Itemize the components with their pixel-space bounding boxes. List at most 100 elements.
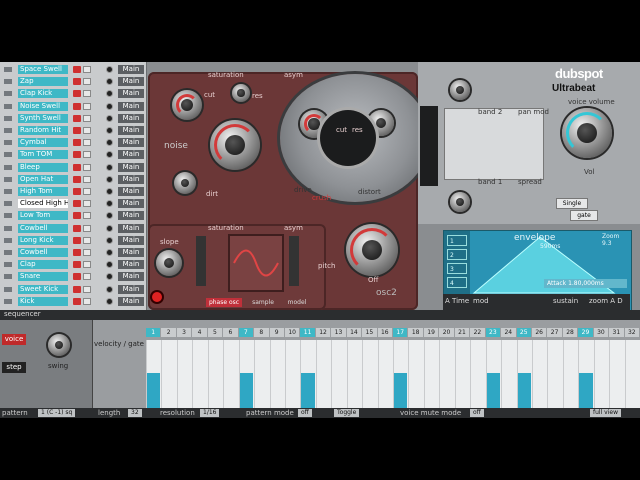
pattern-mode-value[interactable]: off <box>298 409 312 417</box>
pan-knob[interactable] <box>106 151 113 159</box>
step-cell[interactable] <box>562 340 579 408</box>
pattern-select[interactable]: 1 (C -1) sq <box>38 409 76 417</box>
step-cell[interactable] <box>269 340 285 408</box>
step-cell[interactable] <box>254 340 270 408</box>
mute-button[interactable] <box>73 236 81 244</box>
output-select[interactable]: Main <box>118 138 144 148</box>
solo-button[interactable] <box>83 66 91 73</box>
output-select[interactable]: Main <box>118 89 144 99</box>
length-value[interactable]: 32 <box>128 409 142 417</box>
step-cell[interactable] <box>423 340 440 408</box>
solo-button[interactable] <box>83 127 91 134</box>
output-select[interactable]: Main <box>118 162 144 172</box>
osc2-power-button[interactable] <box>152 292 162 302</box>
track-row[interactable]: Cowbell Main <box>0 247 146 258</box>
step-number[interactable]: 11 <box>300 328 315 337</box>
velocity-bar[interactable] <box>394 372 408 408</box>
pan-slider[interactable] <box>420 106 438 186</box>
output-select[interactable]: Main <box>118 260 144 270</box>
pan-knob[interactable] <box>106 236 113 244</box>
track-name[interactable]: Bleep <box>18 162 68 172</box>
step-number[interactable]: 4 <box>192 328 207 337</box>
step-number[interactable]: 21 <box>454 328 470 337</box>
pan-knob[interactable] <box>106 200 113 208</box>
output-select[interactable]: Main <box>118 101 144 111</box>
mute-button[interactable] <box>73 200 81 208</box>
velocity-bar[interactable] <box>239 372 254 408</box>
step-cell[interactable] <box>207 340 224 408</box>
pan-knob[interactable] <box>106 285 113 293</box>
step-number[interactable]: 14 <box>346 328 362 337</box>
pan-knob[interactable] <box>106 66 113 73</box>
track-row[interactable]: Low Tom Main <box>0 210 146 221</box>
step-cell[interactable] <box>346 340 363 408</box>
track-name[interactable]: Long Kick <box>18 235 68 245</box>
pan-knob[interactable] <box>106 139 113 147</box>
step-number[interactable]: 7 <box>238 328 254 337</box>
track-name[interactable]: Kick <box>18 296 68 306</box>
step-cell[interactable] <box>331 340 347 408</box>
track-name[interactable]: Tom TOM <box>18 150 68 160</box>
track-row[interactable]: Bleep Main <box>0 162 146 173</box>
step-cell[interactable] <box>547 340 563 408</box>
track-row[interactable]: Cymbal Main <box>0 137 146 148</box>
saturation-slider[interactable] <box>196 236 206 286</box>
pan-knob[interactable] <box>106 78 113 86</box>
velocity-bar[interactable] <box>301 372 315 408</box>
mute-button[interactable] <box>73 151 81 159</box>
solo-button[interactable] <box>83 151 91 159</box>
pan-knob[interactable] <box>106 188 113 195</box>
step-cell[interactable] <box>593 340 610 408</box>
output-select[interactable]: Main <box>118 296 144 306</box>
track-row[interactable]: Clap Main <box>0 259 146 270</box>
trigger-mode-select[interactable]: Single <box>556 198 588 209</box>
solo-button[interactable] <box>83 236 91 244</box>
mute-button[interactable] <box>73 188 81 195</box>
pan-knob[interactable] <box>106 212 113 220</box>
output-select[interactable]: Main <box>118 235 144 245</box>
step-number[interactable]: 12 <box>315 328 331 337</box>
solo-button[interactable] <box>83 285 91 293</box>
mute-button[interactable] <box>73 261 81 269</box>
mute-button[interactable] <box>73 114 81 122</box>
step-number[interactable]: 25 <box>516 328 531 337</box>
full-view-button[interactable]: full view <box>590 409 621 417</box>
voice-mute-value[interactable]: off <box>470 409 484 417</box>
step-number[interactable]: 5 <box>207 328 223 337</box>
noise-filter-knob[interactable] <box>210 120 260 170</box>
step-number[interactable]: 15 <box>362 328 377 337</box>
output-select[interactable]: Main <box>118 174 144 184</box>
solo-button[interactable] <box>83 175 91 183</box>
pan-knob[interactable] <box>106 175 113 183</box>
track-name[interactable]: Snare <box>18 272 68 282</box>
step-number[interactable]: 16 <box>377 328 392 337</box>
output-select[interactable]: Main <box>118 272 144 282</box>
track-name[interactable]: Cowbell <box>18 223 68 233</box>
pan-knob[interactable] <box>106 102 113 110</box>
track-row[interactable]: Cowbell Main <box>0 223 146 234</box>
pan-knob[interactable] <box>106 127 113 134</box>
envelope-tab[interactable]: 2 <box>447 249 467 260</box>
track-name[interactable]: Noise Swell <box>18 101 68 111</box>
track-row[interactable]: Clap Kick Main <box>0 88 146 99</box>
velocity-bar[interactable] <box>579 372 593 408</box>
toggle-select[interactable]: Toggle <box>334 409 360 417</box>
slope-knob[interactable] <box>156 250 182 276</box>
step-cell[interactable] <box>176 340 193 408</box>
output-select[interactable]: Main <box>118 284 144 294</box>
track-name[interactable]: Open Hat <box>18 174 68 184</box>
pan-knob[interactable] <box>106 224 113 232</box>
output-select[interactable]: Main <box>118 199 144 209</box>
sustain-button[interactable]: sustain <box>553 297 578 305</box>
step-number[interactable]: 27 <box>547 328 562 337</box>
model-tab[interactable]: model <box>282 298 312 307</box>
step-number[interactable]: 2 <box>161 328 176 337</box>
band2-knob[interactable] <box>450 80 470 100</box>
solo-button[interactable] <box>83 188 91 195</box>
mute-button[interactable] <box>73 273 81 281</box>
step-number[interactable]: 17 <box>393 328 408 337</box>
step-cell[interactable] <box>223 340 239 408</box>
step-button[interactable]: step <box>2 362 26 373</box>
step-cell[interactable] <box>284 340 301 408</box>
output-select[interactable]: Main <box>118 126 144 135</box>
